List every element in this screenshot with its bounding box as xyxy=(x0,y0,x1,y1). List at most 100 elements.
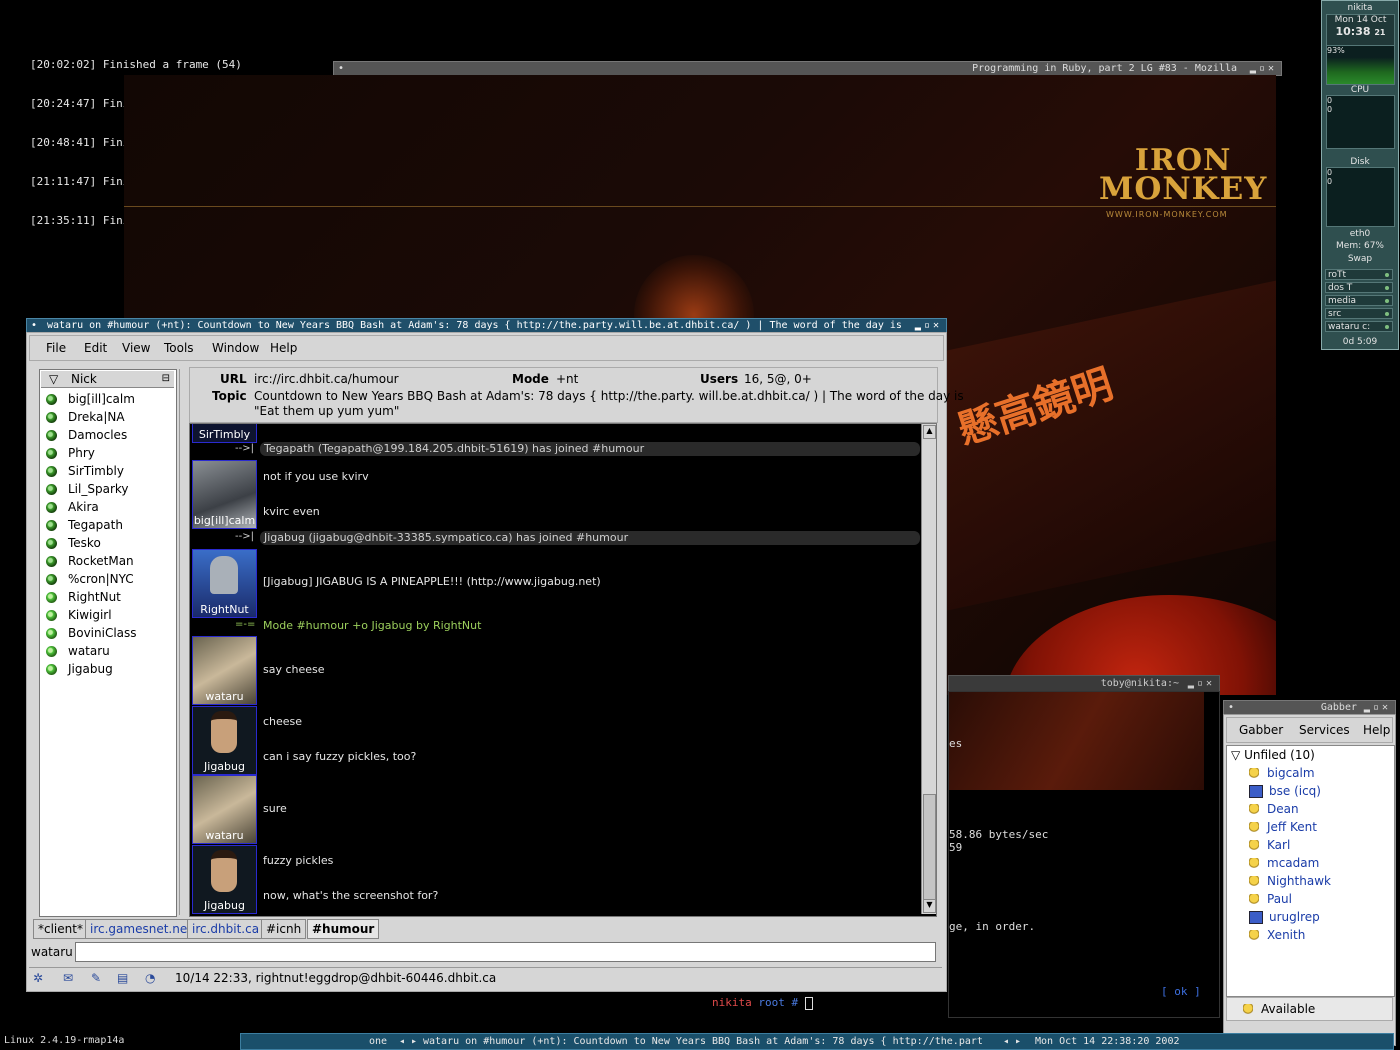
workspace-name[interactable]: one xyxy=(369,1034,387,1049)
nick-item[interactable]: RightNut xyxy=(46,590,121,604)
nick-item[interactable]: Jigabug xyxy=(46,662,113,676)
scroll-up-icon[interactable]: ▲ xyxy=(923,425,936,439)
channel-url[interactable]: irc://irc.dhbit.ca/humour xyxy=(254,372,399,386)
nick-name: %cron|NYC xyxy=(68,572,134,586)
column-menu-icon[interactable]: ⊟ xyxy=(162,371,170,387)
chat-scrollbar[interactable]: ▲ ▼ xyxy=(921,424,936,914)
scroll-down-icon[interactable]: ▼ xyxy=(923,899,936,913)
maximize-icon[interactable]: ▫ xyxy=(1259,63,1268,74)
scroll-thumb[interactable] xyxy=(923,794,936,900)
terminal-body[interactable]: es 58.86 bytes/sec 59 ge, in order. [ ok… xyxy=(948,691,1220,1018)
nick-item[interactable]: Tesko xyxy=(46,536,101,550)
contact-name: Karl xyxy=(1267,838,1291,852)
nick-item[interactable]: BoviniClass xyxy=(46,626,137,640)
mail-icon[interactable]: ✉ xyxy=(63,971,81,985)
close-icon[interactable]: ✕ xyxy=(1268,63,1277,74)
taskbar[interactable]: one ◂ ▸ wataru on #humour (+nt): Countdo… xyxy=(240,1033,1394,1050)
nick-item[interactable]: Lil_Sparky xyxy=(46,482,129,496)
close-icon[interactable]: ✕ xyxy=(1382,702,1391,713)
nick-item[interactable]: Dreka|NA xyxy=(46,410,125,424)
tab-humour[interactable]: #humour xyxy=(307,919,380,939)
logo-url[interactable]: WWW.IRON-MONKEY.COM xyxy=(1106,210,1228,219)
nick-item[interactable]: Kiwigirl xyxy=(46,608,112,622)
nick-item[interactable]: %cron|NYC xyxy=(46,572,134,586)
sort-triangle-icon[interactable]: ▽ xyxy=(49,371,58,387)
window-menu-icon[interactable]: • xyxy=(31,319,37,332)
minimize-icon[interactable]: ▂ xyxy=(915,320,924,331)
nick-list[interactable]: ▽ Nick ⊟ big[ill]calm Dreka|NA Damocles … xyxy=(39,369,177,917)
menu-help[interactable]: Help xyxy=(270,341,297,355)
chat-log[interactable]: SirTimbly -->| Tegapath (Tegapath@199.18… xyxy=(189,423,937,917)
contact-item[interactable]: bse (icq) xyxy=(1249,784,1321,798)
channel-list-icon[interactable]: ▤ xyxy=(117,971,135,985)
prompt-host: nikita xyxy=(712,996,752,1009)
menu-help[interactable]: Help xyxy=(1363,723,1390,737)
menu-services[interactable]: Services xyxy=(1299,723,1350,737)
nick-list-header[interactable]: ▽ Nick ⊟ xyxy=(41,371,174,388)
nick-item[interactable]: RocketMan xyxy=(46,554,134,568)
workspace-arrows-icon[interactable]: ◂ ▸ xyxy=(399,1034,417,1049)
window-buttons[interactable]: ▂▫✕ xyxy=(1188,676,1215,691)
window-buttons[interactable]: ▂▫✕ xyxy=(1250,62,1277,75)
window-arrows-icon[interactable]: ◂ ▸ xyxy=(1003,1034,1021,1049)
window-buttons[interactable]: ▂▫✕ xyxy=(914,319,942,332)
xchat-titlebar[interactable]: • wataru on #humour (+nt): Countdown to … xyxy=(26,318,947,333)
window-menu-icon[interactable]: • xyxy=(338,62,344,75)
pencil-icon[interactable]: ✎ xyxy=(91,971,109,985)
mozilla-titlebar[interactable]: • Programming in Ruby, part 2 LG #83 - M… xyxy=(333,61,1282,76)
group-unfiled[interactable]: ▽ Unfiled (10) xyxy=(1231,748,1315,762)
expand-triangle-icon[interactable]: ▽ xyxy=(1231,748,1240,762)
op-icon xyxy=(46,520,57,531)
tab-dhbit[interactable]: irc.dhbit.ca xyxy=(187,919,265,939)
maximize-icon[interactable]: ▫ xyxy=(924,320,933,331)
contact-item[interactable]: Dean xyxy=(1249,802,1299,816)
iron-monkey-logo[interactable]: IRON MONKEY xyxy=(1099,146,1267,205)
nick-item[interactable]: Akira xyxy=(46,500,99,514)
nick-item[interactable]: SirTimbly xyxy=(46,464,124,478)
active-window-title[interactable]: wataru on #humour (+nt): Countdown to Ne… xyxy=(423,1034,983,1049)
nick-button[interactable]: wataru xyxy=(31,945,73,959)
menu-file[interactable]: File xyxy=(46,341,66,355)
contact-item[interactable]: bigcalm xyxy=(1249,766,1315,780)
contact-item[interactable]: Jeff Kent xyxy=(1249,820,1317,834)
away-icon[interactable]: ◔ xyxy=(145,971,163,985)
message-input[interactable] xyxy=(75,942,936,962)
menu-edit[interactable]: Edit xyxy=(84,341,107,355)
minimize-icon[interactable]: ▂ xyxy=(1250,63,1259,74)
close-icon[interactable]: ✕ xyxy=(933,320,942,331)
window-menu-icon[interactable]: • xyxy=(1228,701,1234,714)
nick-item[interactable]: Damocles xyxy=(46,428,127,442)
nick-item[interactable]: Tegapath xyxy=(46,518,123,532)
menu-gabber[interactable]: Gabber xyxy=(1239,723,1283,737)
contact-item[interactable]: Xenith xyxy=(1249,928,1305,942)
menu-tools[interactable]: Tools xyxy=(164,341,194,355)
contact-item[interactable]: Paul xyxy=(1249,892,1292,906)
terminal-titlebar[interactable]: toby@nikita:~ ▂▫✕ xyxy=(948,675,1220,692)
contact-item[interactable]: Karl xyxy=(1249,838,1290,852)
tab-client[interactable]: *client* xyxy=(33,919,88,939)
status-selector[interactable]: Available xyxy=(1226,997,1393,1021)
shell-prompt[interactable]: nikita root # xyxy=(712,996,813,1010)
contact-item[interactable]: mcadam xyxy=(1249,856,1319,870)
menu-window[interactable]: Window xyxy=(212,341,259,355)
nick-item[interactable]: Phry xyxy=(46,446,95,460)
nick-item[interactable]: wataru xyxy=(46,644,110,658)
window-buttons[interactable]: ▂▫✕ xyxy=(1364,701,1391,714)
maximize-icon[interactable]: ▫ xyxy=(1197,678,1206,689)
nick-name: Phry xyxy=(68,446,95,460)
tab-icnh[interactable]: #icnh xyxy=(261,919,307,939)
contact-item[interactable]: Nighthawk xyxy=(1249,874,1331,888)
minimize-icon[interactable]: ▂ xyxy=(1364,702,1373,713)
pane-divider[interactable] xyxy=(179,369,184,915)
nick-item[interactable]: big[ill]calm xyxy=(46,392,135,406)
avatar-wataru: wataru xyxy=(192,775,257,844)
menu-view[interactable]: View xyxy=(122,341,150,355)
contact-item[interactable]: uruglrep xyxy=(1249,910,1320,924)
contact-list[interactable]: ▽ Unfiled (10) bigcalm bse (icq) Dean Je… xyxy=(1226,745,1395,997)
network-icon[interactable]: ✲ xyxy=(33,971,51,985)
minimize-icon[interactable]: ▂ xyxy=(1188,678,1197,689)
close-icon[interactable]: ✕ xyxy=(1206,678,1215,689)
tab-gamesnet[interactable]: irc.gamesnet.net xyxy=(85,919,197,939)
gabber-titlebar[interactable]: • Gabber ▂▫✕ xyxy=(1223,700,1396,715)
maximize-icon[interactable]: ▫ xyxy=(1373,702,1382,713)
